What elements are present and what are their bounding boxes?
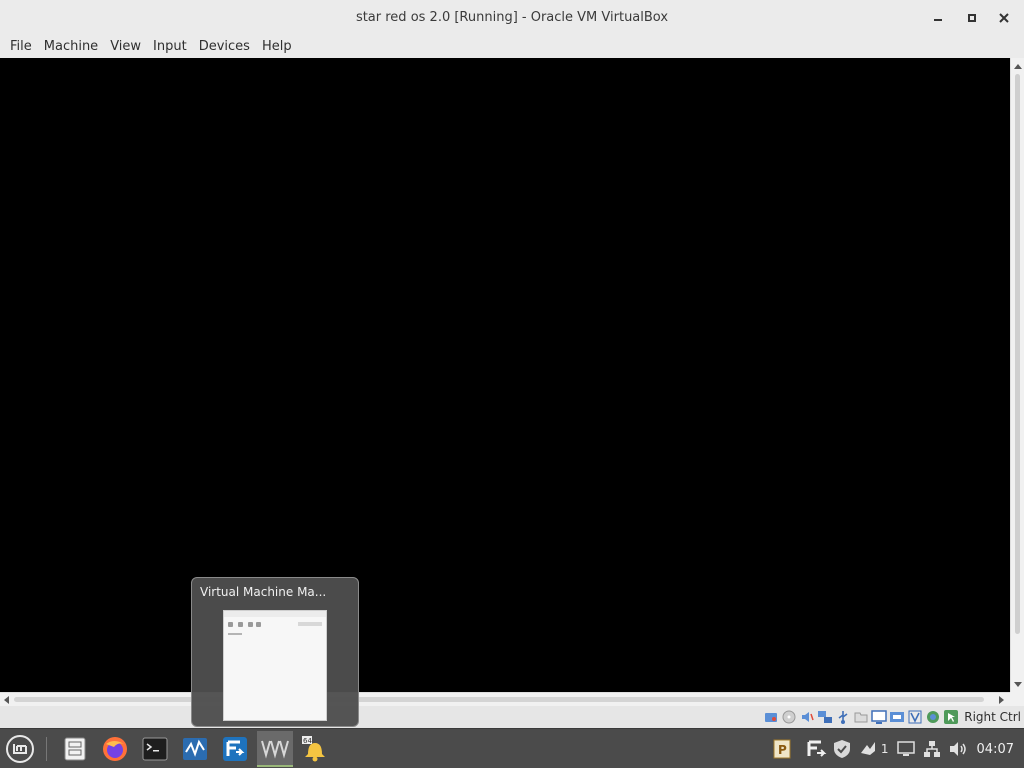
window-title: star red os 2.0 [Running] - Oracle VM Vi… <box>355 10 669 25</box>
virtualization-icon[interactable] <box>907 709 923 725</box>
pdf-applet-button[interactable]: P <box>771 738 793 760</box>
virtualbox-icon <box>261 740 289 759</box>
volume-icon <box>949 742 966 756</box>
system-tray: P 1 04:07 <box>769 729 1024 768</box>
vm-statusbar: Right Ctrl <box>0 706 1024 728</box>
preview-panel <box>298 622 322 626</box>
file-manager-button[interactable] <box>57 731 93 767</box>
scroll-left-arrow-icon[interactable] <box>4 696 9 704</box>
taskbar: 64 P 1 04:07 <box>0 728 1024 768</box>
volume-tray-button[interactable] <box>947 738 969 760</box>
menu-file[interactable]: File <box>4 36 38 58</box>
firefox-button[interactable] <box>97 731 133 767</box>
sync-tray-button[interactable] <box>805 738 827 760</box>
menu-help[interactable]: Help <box>256 36 298 58</box>
menu-input[interactable]: Input <box>147 36 193 58</box>
file-manager-icon <box>64 737 86 761</box>
scroll-down-arrow-icon[interactable] <box>1014 682 1022 687</box>
preview-titlebar <box>224 611 326 617</box>
menu-machine[interactable]: Machine <box>38 36 104 58</box>
network-tray-icon <box>923 741 940 757</box>
terminal-icon <box>142 737 168 761</box>
taskbar-separator <box>46 737 47 761</box>
updates-tray-button[interactable] <box>857 738 879 760</box>
network-tray-button[interactable] <box>921 738 943 760</box>
usb-icon[interactable] <box>835 709 851 725</box>
maximize-button[interactable] <box>960 6 984 30</box>
horizontal-scrollbar[interactable] <box>0 692 1010 706</box>
preview-text <box>228 633 242 635</box>
scroll-up-arrow-icon[interactable] <box>1014 64 1022 69</box>
menu-devices[interactable]: Devices <box>193 36 256 58</box>
pdf-applet-icon: P <box>773 739 791 759</box>
svg-text:P: P <box>778 743 787 757</box>
window-titlebar[interactable]: star red os 2.0 [Running] - Oracle VM Vi… <box>0 0 1024 36</box>
minimize-button[interactable] <box>926 6 950 30</box>
vertical-scroll-thumb[interactable] <box>1015 74 1020 634</box>
window-thumbnail-popup[interactable]: Virtual Machine Ma... <box>191 577 359 727</box>
firefox-icon <box>103 737 127 761</box>
horizontal-scroll-thumb[interactable] <box>14 697 984 702</box>
shared-folders-icon[interactable] <box>853 709 869 725</box>
optical-disk-icon[interactable] <box>781 709 797 725</box>
notification-bell-button[interactable]: 64 <box>297 731 333 767</box>
thumbnail-preview[interactable] <box>223 610 327 721</box>
scroll-right-arrow-icon[interactable] <box>999 696 1004 704</box>
audio-icon[interactable] <box>799 709 815 725</box>
mouse-integration-icon[interactable] <box>943 709 959 725</box>
close-button[interactable] <box>992 6 1016 30</box>
recording-icon[interactable] <box>889 709 905 725</box>
clock[interactable]: 04:07 <box>977 742 1014 757</box>
thumbnail-title: Virtual Machine Ma... <box>200 585 327 599</box>
sync-icon <box>807 740 827 757</box>
mint-menu-icon <box>6 735 34 763</box>
system-monitor-button[interactable] <box>177 731 213 767</box>
display-tray-icon <box>896 741 915 756</box>
shield-icon <box>833 740 850 758</box>
system-monitor-icon <box>183 738 207 760</box>
svg-text:64: 64 <box>303 737 312 745</box>
updates-count: 1 <box>880 742 889 756</box>
shield-tray-button[interactable] <box>831 738 853 760</box>
hard-disk-icon[interactable] <box>763 709 779 725</box>
host-key-label: Right Ctrl <box>964 710 1021 724</box>
freefilesync-button[interactable] <box>217 731 253 767</box>
menu-view[interactable]: View <box>104 36 147 58</box>
vertical-scrollbar[interactable] <box>1010 58 1024 692</box>
display-icon[interactable] <box>871 709 887 725</box>
freefilesync-icon <box>223 737 247 761</box>
scrollbar-corner <box>1010 692 1024 706</box>
minimize-icon <box>934 19 942 21</box>
updates-icon <box>860 742 875 755</box>
maximize-icon <box>968 14 976 22</box>
menubar: File Machine View Input Devices Help <box>0 36 1024 58</box>
display-tray-button[interactable] <box>895 738 917 760</box>
close-icon <box>999 13 1009 23</box>
terminal-button[interactable] <box>137 731 173 767</box>
vm-display[interactable] <box>0 58 1010 692</box>
cpu-icon[interactable] <box>925 709 941 725</box>
virtualbox-button[interactable] <box>257 731 293 767</box>
network-icon[interactable] <box>817 709 833 725</box>
mint-menu-button[interactable] <box>2 731 38 767</box>
notification-bell-icon: 64 <box>302 736 325 762</box>
